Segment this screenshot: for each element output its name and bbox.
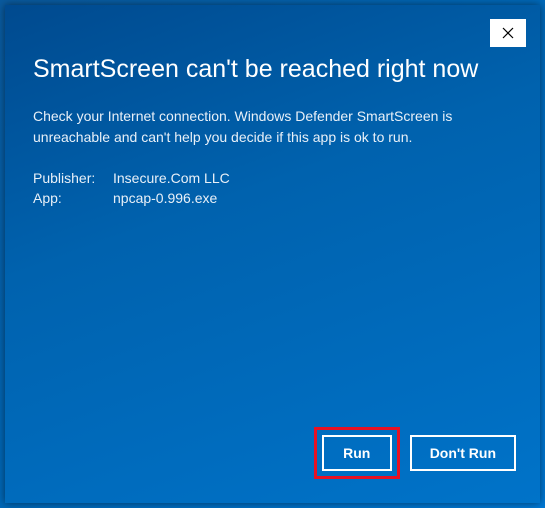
close-icon xyxy=(502,27,514,39)
publisher-label: Publisher: xyxy=(33,170,113,186)
publisher-value: Insecure.Com LLC xyxy=(113,170,512,186)
run-button[interactable]: Run xyxy=(322,435,392,471)
dialog-content: SmartScreen can't be reached right now C… xyxy=(5,5,540,230)
smartscreen-dialog: SmartScreen can't be reached right now C… xyxy=(5,5,540,503)
close-button[interactable] xyxy=(490,19,526,47)
app-label: App: xyxy=(33,190,113,206)
app-value: npcap-0.996.exe xyxy=(113,190,512,206)
run-highlight: Run xyxy=(314,427,400,479)
dont-run-button[interactable]: Don't Run xyxy=(410,435,516,471)
dialog-title: SmartScreen can't be reached right now xyxy=(33,55,512,84)
app-row: App: npcap-0.996.exe xyxy=(33,190,512,206)
dialog-message: Check your Internet connection. Windows … xyxy=(33,106,512,148)
button-row: Run Don't Run xyxy=(314,427,516,479)
publisher-row: Publisher: Insecure.Com LLC xyxy=(33,170,512,186)
